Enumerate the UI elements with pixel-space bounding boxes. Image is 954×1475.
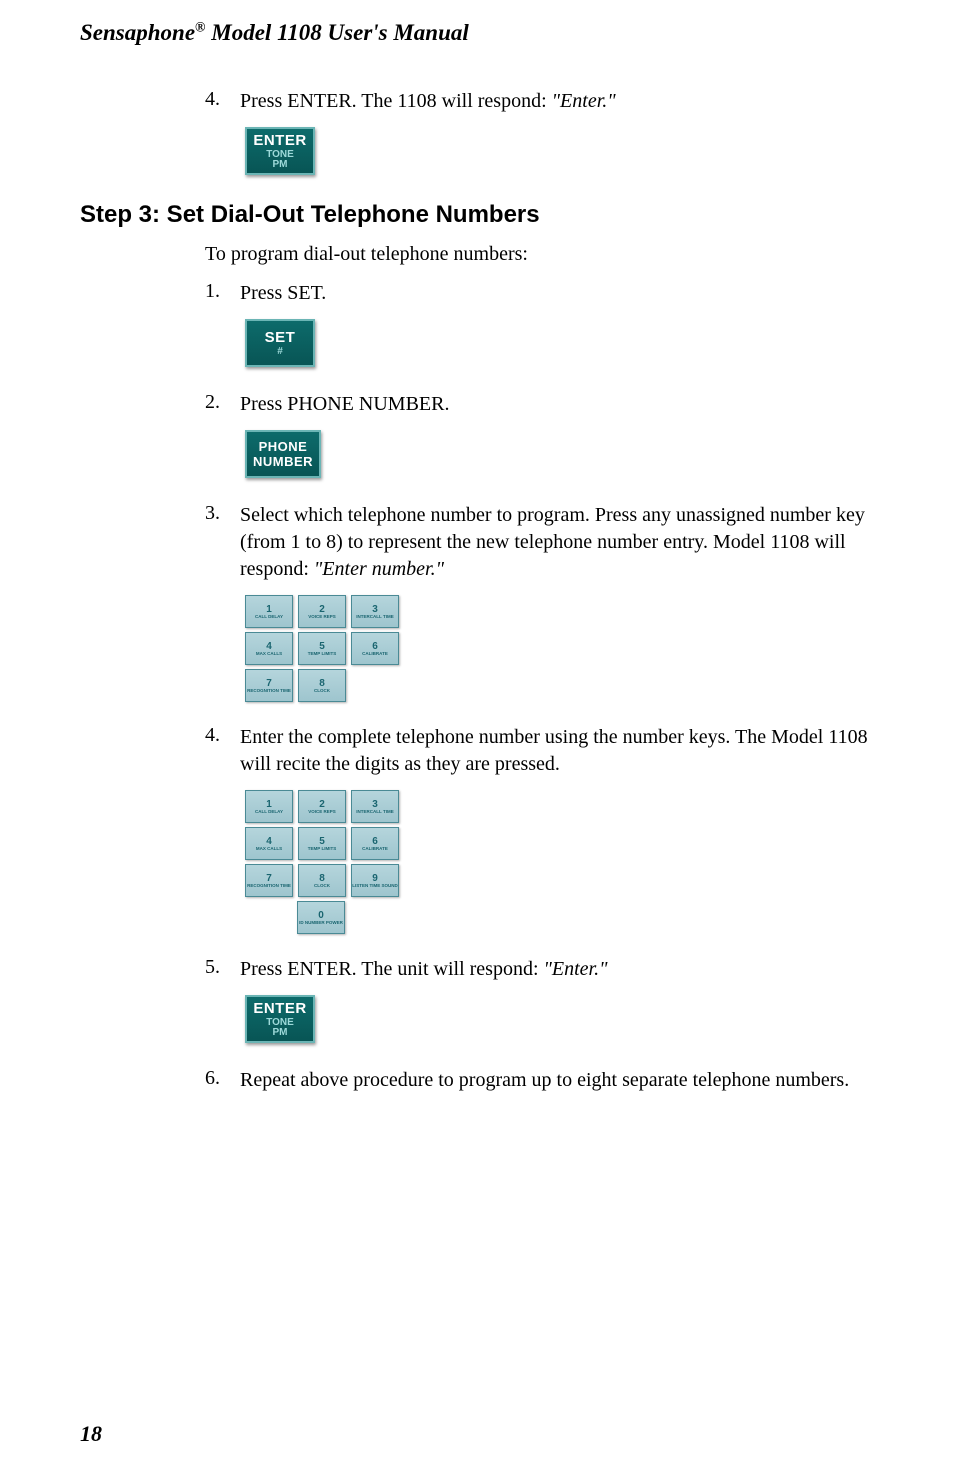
keypad-1b: 1CALL DELAY [245,790,293,823]
step-item-1: 1. Press SET. [205,280,874,307]
keypad-1: 1CALL DELAY [245,595,293,628]
step-num: 4. [205,88,240,115]
enter-key-2: ENTER TONE PM [245,995,315,1043]
keypad-9b: 9LISTEN TIME SOUND [351,864,399,897]
step-item-3: 3. Select which telephone number to prog… [205,502,874,583]
keypad-7: 7RECOGNITION TIME [245,669,293,702]
page-number: 18 [80,1421,102,1447]
step-text: Press ENTER. The 1108 will respond: "Ent… [240,88,874,115]
intro-text: To program dial-out telephone numbers: [205,243,874,266]
keypad-1-8: 1CALL DELAY 2VOICE REPS 3INTERCALL TIME … [245,595,874,702]
keypad-3b: 3INTERCALL TIME [351,790,399,823]
enter-key-row-bottom: ENTER TONE PM [245,995,874,1043]
keypad-6b: 6CALIBRATE [351,827,399,860]
phone-number-key: PHONE NUMBER [245,430,321,478]
keypad-7b: 7RECOGNITION TIME [245,864,293,897]
step-list: 1. Press SET. [205,280,874,307]
step-item-5: 5. Press ENTER. The unit will respond: "… [205,956,874,983]
keypad-5: 5TEMP LIMITS [298,632,346,665]
keypad-8: 8CLOCK [298,669,346,702]
step-item-4: 4. Enter the complete telephone number u… [205,724,874,778]
keypad-4b: 4MAX CALLS [245,827,293,860]
page-header: Sensaphone® Model 1108 User's Manual [80,20,874,46]
set-key: SET # [245,319,315,367]
keypad-6: 6CALIBRATE [351,632,399,665]
product-name: Sensaphone [80,20,195,45]
keypad-0-9: 1CALL DELAY 2VOICE REPS 3INTERCALL TIME … [245,790,874,934]
model-title: Model 1108 User's Manual [211,20,469,45]
keypad-8b: 8CLOCK [298,864,346,897]
top-step-list: 4. Press ENTER. The 1108 will respond: "… [205,88,874,115]
keypad-2: 2VOICE REPS [298,595,346,628]
section-heading: Step 3: Set Dial-Out Telephone Numbers [80,201,874,229]
keypad-3: 3INTERCALL TIME [351,595,399,628]
enter-key-row-top: ENTER TONE PM [245,127,874,175]
set-key-row: SET # [245,319,874,367]
keypad-2b: 2VOICE REPS [298,790,346,823]
step-item-6: 6. Repeat above procedure to program up … [205,1067,874,1094]
step-item-4-top: 4. Press ENTER. The 1108 will respond: "… [205,88,874,115]
phone-key-row: PHONE NUMBER [245,430,874,478]
enter-key: ENTER TONE PM [245,127,315,175]
keypad-0b: 0ID NUMBER POWER [297,901,345,934]
step-item-2: 2. Press PHONE NUMBER. [205,391,874,418]
keypad-4: 4MAX CALLS [245,632,293,665]
keypad-5b: 5TEMP LIMITS [298,827,346,860]
registered-mark: ® [195,20,205,35]
